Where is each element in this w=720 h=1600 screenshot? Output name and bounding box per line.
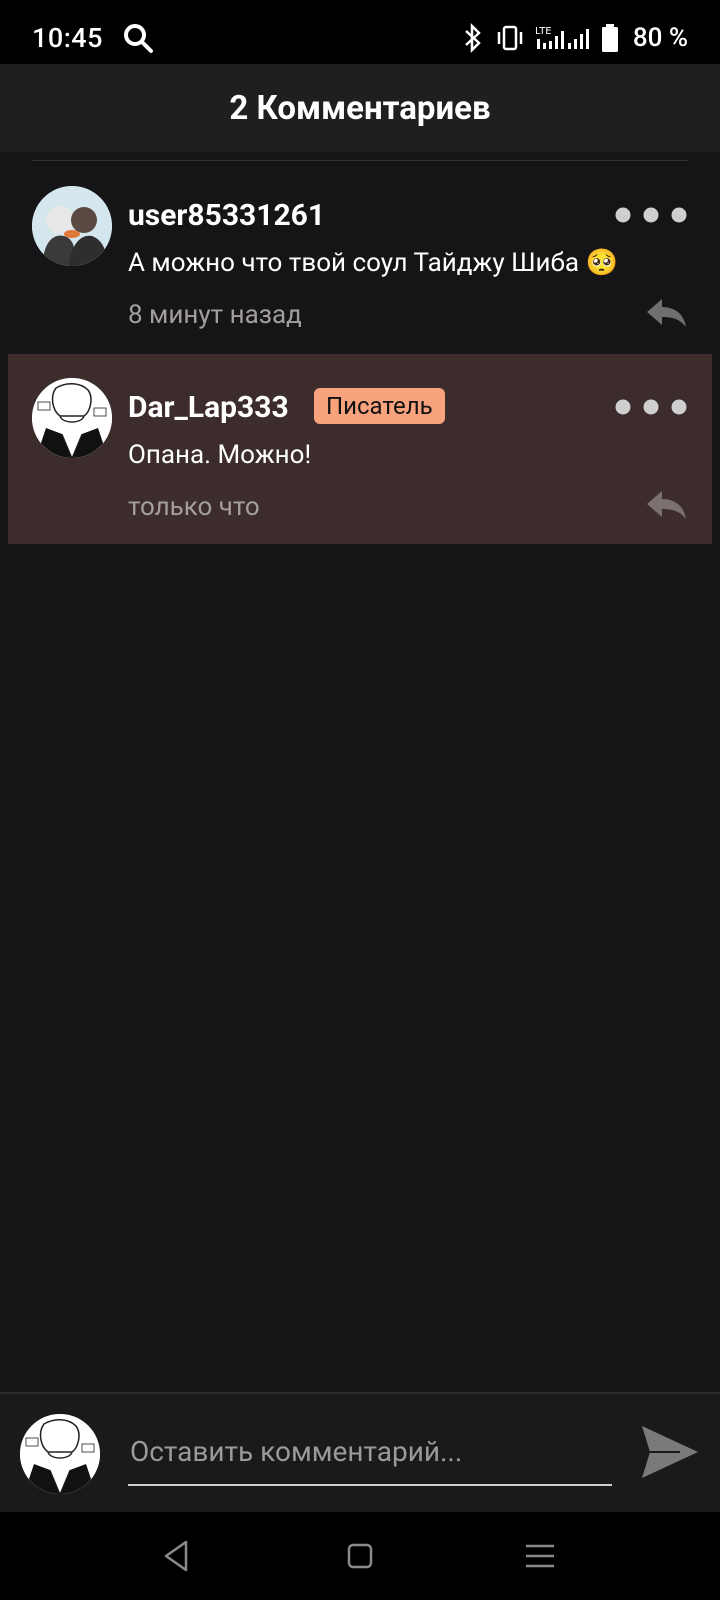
search-icon bbox=[124, 24, 153, 53]
comment-username[interactable]: user85331261 bbox=[128, 198, 325, 233]
signal-icon: LTE bbox=[535, 26, 589, 49]
comment-item-highlighted: Dar_Lap333 Писатель Опана. Можно! только… bbox=[8, 354, 712, 544]
home-icon[interactable] bbox=[340, 1538, 380, 1574]
send-icon[interactable] bbox=[640, 1424, 700, 1480]
comment-username[interactable]: Dar_Lap333 bbox=[128, 390, 289, 425]
divider bbox=[32, 160, 688, 161]
status-icons: LTE 80 % bbox=[461, 20, 688, 56]
writer-badge: Писатель bbox=[314, 388, 445, 424]
comment-text: Опана. Можно! bbox=[128, 440, 312, 470]
recents-icon[interactable] bbox=[520, 1538, 560, 1574]
comment-time: 8 минут назад bbox=[128, 300, 302, 330]
comment-input-wrap bbox=[128, 1420, 616, 1486]
comment-input[interactable] bbox=[128, 1420, 616, 1482]
status-bar: 10:45 LTE 80 % bbox=[0, 0, 720, 64]
comment-composer bbox=[0, 1392, 720, 1514]
avatar bbox=[20, 1414, 100, 1494]
battery-percent: 80 % bbox=[632, 23, 688, 53]
avatar[interactable] bbox=[32, 186, 112, 266]
status-time: 10:45 bbox=[32, 22, 104, 54]
system-nav-bar bbox=[0, 1512, 720, 1600]
page-title: 2 Комментариев bbox=[229, 88, 491, 128]
more-options-icon[interactable] bbox=[614, 206, 688, 224]
battery-icon bbox=[601, 24, 618, 52]
reply-icon[interactable] bbox=[644, 488, 688, 522]
bluetooth-icon bbox=[464, 23, 481, 53]
more-options-icon[interactable] bbox=[614, 398, 688, 416]
comment-item: user85331261 А можно что твой соул Тайдж… bbox=[0, 162, 720, 352]
avatar[interactable] bbox=[32, 378, 112, 458]
reply-icon[interactable] bbox=[644, 296, 688, 330]
vibrate-icon bbox=[497, 25, 523, 51]
svg-text:LTE: LTE bbox=[535, 26, 552, 37]
comment-time: только что bbox=[128, 492, 260, 522]
comments-header: 2 Комментариев bbox=[0, 64, 720, 152]
comment-text: А можно что твой соул Тайджу Шиба 🥺 bbox=[128, 248, 618, 278]
back-icon[interactable] bbox=[158, 1538, 198, 1574]
